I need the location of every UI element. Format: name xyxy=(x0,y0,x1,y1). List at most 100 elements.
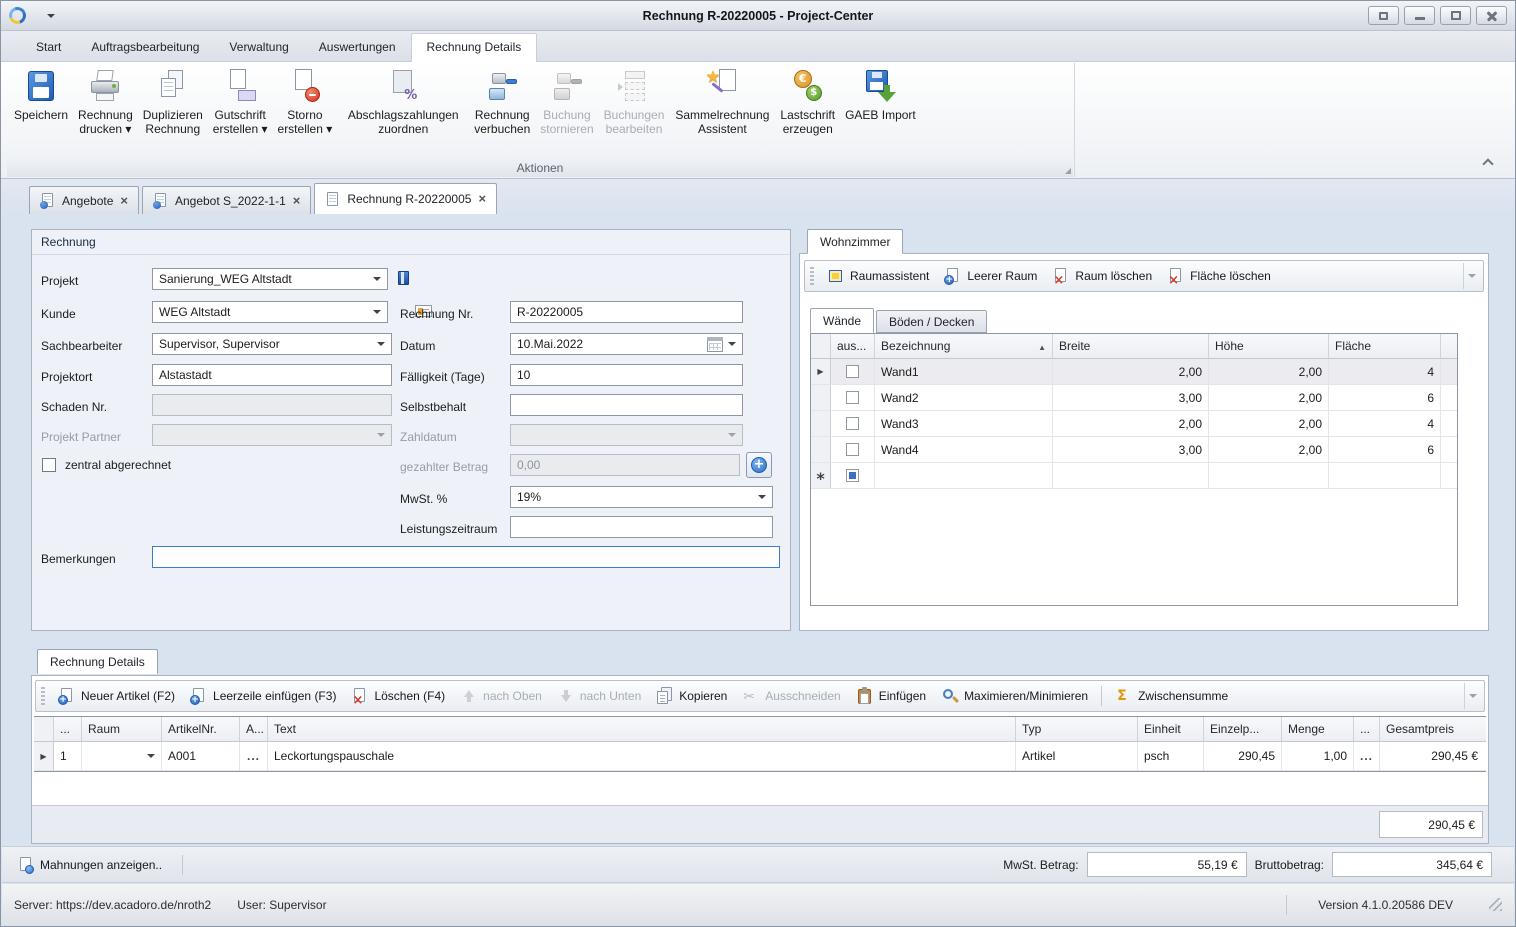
mahnungen-anzeigen-button[interactable]: Mahnungen anzeigen.. xyxy=(10,853,169,877)
pos-cell[interactable]: 1 xyxy=(54,742,82,770)
ribbon-tab-auswertungen[interactable]: Auswertungen xyxy=(304,34,411,61)
menge-cell[interactable]: 1,00 xyxy=(1282,742,1354,770)
col-artikelnr[interactable]: ArtikelNr. xyxy=(162,717,240,741)
col-flaeche[interactable]: Fläche xyxy=(1329,334,1441,358)
einfuegen-button[interactable]: Einfügen xyxy=(849,684,933,708)
rechnung-verbuchen-button[interactable]: Rechnungverbuchen xyxy=(469,64,535,154)
close-tab-icon[interactable] xyxy=(478,192,486,206)
loeschen-button[interactable]: Löschen (F4) xyxy=(344,684,452,708)
rechnung-nr-input[interactable]: R-20220005 xyxy=(510,301,743,323)
dialog-launcher-icon[interactable] xyxy=(1062,165,1071,174)
leerer-raum-button[interactable]: Leerer Raum xyxy=(937,264,1044,288)
zwischensumme-button[interactable]: Zwischensumme xyxy=(1108,684,1235,708)
faelligkeit-input[interactable]: 10 xyxy=(510,364,743,386)
gaeb-import-button[interactable]: GAEB Import xyxy=(840,64,921,154)
tab-waende[interactable]: Wände xyxy=(810,308,874,333)
speichern-button[interactable]: Speichern xyxy=(9,64,73,154)
dropdown-arrow-icon[interactable] xyxy=(373,310,381,314)
tab-wohnzimmer[interactable]: Wohnzimmer xyxy=(807,229,903,254)
col-dots[interactable]: ... xyxy=(54,717,82,741)
toolbar-grip[interactable] xyxy=(810,267,814,285)
typ-cell[interactable]: Artikel xyxy=(1016,742,1138,770)
sammelrechnung-assistent-button[interactable]: SammelrechnungAssistent xyxy=(669,64,775,154)
dropdown-arrow-icon[interactable] xyxy=(377,342,385,346)
maximieren-minimieren-button[interactable]: Maximieren/Minimieren xyxy=(934,684,1095,708)
toolbar-overflow-button[interactable] xyxy=(1464,683,1481,709)
close-tab-icon[interactable] xyxy=(293,194,301,208)
raum-cell[interactable] xyxy=(82,742,162,770)
col-aus[interactable]: aus... xyxy=(831,334,875,358)
calendar-icon[interactable] xyxy=(707,337,723,352)
row-checkbox[interactable] xyxy=(846,443,859,456)
col-raum[interactable]: Raum xyxy=(82,717,162,741)
kopieren-button[interactable]: Kopieren xyxy=(649,684,734,708)
leerzeile-einfuegen-button[interactable]: Leerzeile einfügen (F3) xyxy=(183,684,343,708)
dropdown-arrow-icon[interactable] xyxy=(728,342,736,346)
leistungszeitraum-input[interactable] xyxy=(510,516,773,538)
row-checkbox[interactable] xyxy=(846,417,859,430)
col-gesamtpreis[interactable]: Gesamtpreis xyxy=(1380,717,1484,741)
artikelnr-cell[interactable]: A001 xyxy=(162,742,240,770)
collapse-ribbon-button[interactable] xyxy=(1481,156,1497,170)
resize-grip[interactable] xyxy=(1489,898,1502,911)
table-row[interactable]: Wand2 3,00 2,00 6 xyxy=(811,385,1457,411)
dropdown-arrow-icon[interactable] xyxy=(758,495,766,499)
mwst-betrag-box[interactable]: 55,19 € xyxy=(1087,852,1247,877)
new-row[interactable] xyxy=(811,463,1457,489)
toolbar-overflow-button[interactable] xyxy=(1463,263,1480,289)
raum-loeschen-button[interactable]: Raum löschen xyxy=(1045,264,1159,288)
close-button[interactable] xyxy=(1476,6,1507,25)
neuer-artikel-button[interactable]: Neuer Artikel (F2) xyxy=(51,684,182,708)
ellipsis-button[interactable] xyxy=(1354,742,1380,770)
row-checkbox[interactable] xyxy=(846,391,859,404)
mwst-select[interactable]: 19% xyxy=(510,486,773,508)
doc-tab-angebot-s-2022-1-1[interactable]: Angebot S_2022-1-1 xyxy=(142,186,311,214)
bruttobetrag-box[interactable]: 345,64 € xyxy=(1332,852,1492,877)
project-binder-icon[interactable] xyxy=(395,270,412,286)
doc-tab-rechnung-r-20220005[interactable]: Rechnung R-20220005 xyxy=(314,183,497,214)
ribbon-tab-start[interactable]: Start xyxy=(21,34,76,61)
ribbon-tab-auftragsbearbeitung[interactable]: Auftragsbearbeitung xyxy=(76,34,214,61)
row-checkbox[interactable] xyxy=(846,365,859,378)
tab-rechnung-details[interactable]: Rechnung Details xyxy=(37,649,158,674)
rechnung-drucken-button[interactable]: Rechnungdrucken ▾ xyxy=(73,64,138,154)
duplizieren-rechnung-button[interactable]: DuplizierenRechnung xyxy=(138,64,208,154)
datum-input[interactable]: 10.Mai.2022 xyxy=(510,333,743,355)
gesamtpreis-cell[interactable]: 290,45 € xyxy=(1380,742,1484,770)
zentral-abgerechnet-checkbox[interactable] xyxy=(42,458,56,472)
projekt-select[interactable]: Sanierung_WEG Altstadt xyxy=(152,268,388,290)
row-checkbox[interactable] xyxy=(846,469,859,482)
toolbar-grip[interactable] xyxy=(41,687,45,705)
fullscreen-button[interactable] xyxy=(1368,6,1399,25)
projektort-input[interactable]: Alstastadt xyxy=(152,364,392,386)
raumassistent-button[interactable]: Raumassistent xyxy=(820,264,936,288)
lastschrift-erzeugen-button[interactable]: Lastschrifterzeugen xyxy=(775,64,840,154)
dropdown-arrow-icon[interactable] xyxy=(373,277,381,281)
dropdown-arrow-icon[interactable] xyxy=(147,754,155,758)
sachbearbeiter-select[interactable]: Supervisor, Supervisor xyxy=(152,333,392,355)
abschlagszahlungen-zuordnen-button[interactable]: Abschlagszahlungenzuordnen xyxy=(337,64,469,154)
col-menge[interactable]: Menge xyxy=(1282,717,1354,741)
table-row[interactable]: Wand4 3,00 2,00 6 xyxy=(811,437,1457,463)
col-einzelpreis[interactable]: Einzelp... xyxy=(1204,717,1282,741)
doc-tab-angebote[interactable]: Angebote xyxy=(29,186,139,214)
close-tab-icon[interactable] xyxy=(120,194,128,208)
bemerkungen-input[interactable] xyxy=(152,546,780,568)
einzelpreis-cell[interactable]: 290,45 xyxy=(1204,742,1282,770)
maximize-button[interactable] xyxy=(1440,6,1471,25)
ribbon-tab-rechnung-details[interactable]: Rechnung Details xyxy=(411,33,538,62)
col-text[interactable]: Text xyxy=(268,717,1016,741)
minimize-button[interactable] xyxy=(1404,6,1435,25)
col-bezeichnung[interactable]: Bezeichnung xyxy=(875,334,1053,358)
table-row[interactable]: Wand1 2,00 2,00 4 xyxy=(811,359,1457,385)
table-row[interactable]: 1 A001 Leckortungspauschale Artikel psch… xyxy=(34,742,1486,771)
table-row[interactable]: Wand3 2,00 2,00 4 xyxy=(811,411,1457,437)
selbstbehalt-input[interactable] xyxy=(510,394,743,416)
text-cell[interactable]: Leckortungspauschale xyxy=(268,742,1016,770)
einheit-cell[interactable]: psch xyxy=(1138,742,1204,770)
flaeche-loeschen-button[interactable]: Fläche löschen xyxy=(1160,264,1278,288)
col-hoehe[interactable]: Höhe xyxy=(1209,334,1329,358)
storno-erstellen-button[interactable]: Stornoerstellen ▾ xyxy=(273,64,338,154)
col-a[interactable]: A... xyxy=(240,717,268,741)
subtotal-box[interactable]: 290,45 € xyxy=(1379,811,1483,838)
